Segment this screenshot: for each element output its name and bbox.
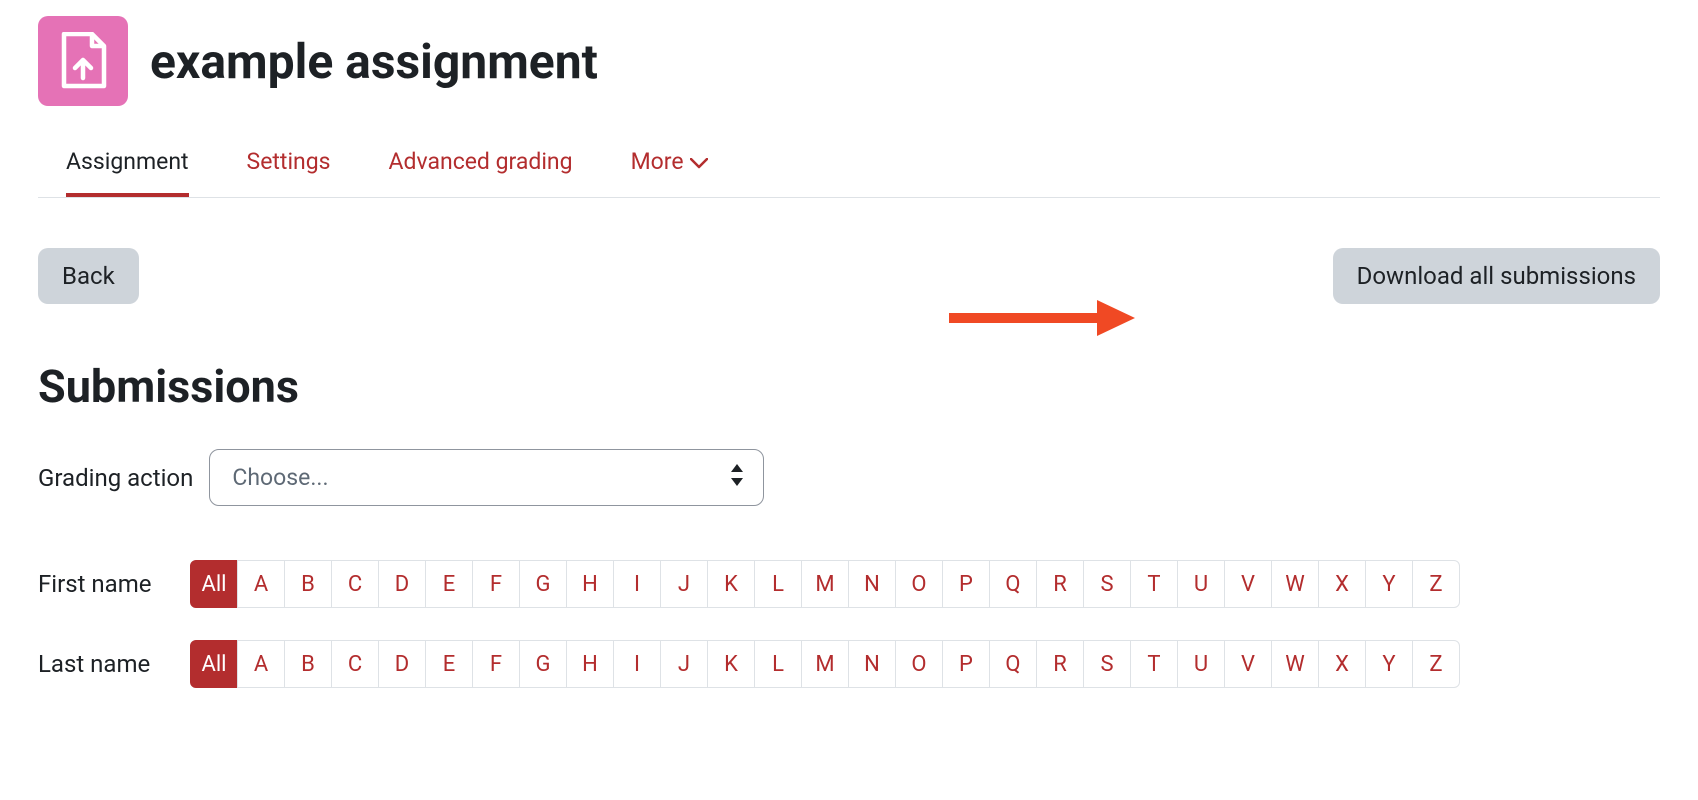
last-name-letter-m[interactable]: M bbox=[801, 640, 849, 688]
first-name-letter-e[interactable]: E bbox=[425, 560, 473, 608]
first-name-letter-o[interactable]: O bbox=[895, 560, 943, 608]
last-name-letter-f[interactable]: F bbox=[472, 640, 520, 688]
first-name-letter-s[interactable]: S bbox=[1083, 560, 1131, 608]
first-name-letter-a[interactable]: A bbox=[237, 560, 285, 608]
first-name-letter-u[interactable]: U bbox=[1177, 560, 1225, 608]
tab-label: Advanced grading bbox=[389, 148, 573, 175]
last-name-letter-b[interactable]: B bbox=[284, 640, 332, 688]
first-name-letter-f[interactable]: F bbox=[472, 560, 520, 608]
last-name-letter-z[interactable]: Z bbox=[1412, 640, 1460, 688]
section-title-submissions: Submissions bbox=[38, 360, 1660, 413]
last-name-letter-d[interactable]: D bbox=[378, 640, 426, 688]
first-name-letter-d[interactable]: D bbox=[378, 560, 426, 608]
back-button[interactable]: Back bbox=[38, 248, 139, 304]
first-name-letter-y[interactable]: Y bbox=[1365, 560, 1413, 608]
tab-assignment[interactable]: Assignment bbox=[66, 148, 189, 197]
first-name-letter-b[interactable]: B bbox=[284, 560, 332, 608]
first-name-letter-q[interactable]: Q bbox=[989, 560, 1037, 608]
last-name-letter-h[interactable]: H bbox=[566, 640, 614, 688]
last-name-letter-t[interactable]: T bbox=[1130, 640, 1178, 688]
last-name-letter-p[interactable]: P bbox=[942, 640, 990, 688]
first-name-letter-r[interactable]: R bbox=[1036, 560, 1084, 608]
last-name-filter-row: Last name AllABCDEFGHIJKLMNOPQRSTUVWXYZ bbox=[38, 640, 1660, 688]
last-name-filter-label: Last name bbox=[38, 650, 176, 678]
page-header: example assignment bbox=[38, 16, 1660, 106]
last-name-letter-a[interactable]: A bbox=[237, 640, 285, 688]
last-name-letter-i[interactable]: I bbox=[613, 640, 661, 688]
first-name-filter-row: First name AllABCDEFGHIJKLMNOPQRSTUVWXYZ bbox=[38, 560, 1660, 608]
tab-settings[interactable]: Settings bbox=[247, 148, 331, 197]
first-name-letter-k[interactable]: K bbox=[707, 560, 755, 608]
grading-action-select-wrapper: Choose... bbox=[209, 449, 764, 506]
last-name-letter-w[interactable]: W bbox=[1271, 640, 1319, 688]
first-name-letter-w[interactable]: W bbox=[1271, 560, 1319, 608]
last-name-letter-x[interactable]: X bbox=[1318, 640, 1366, 688]
first-name-letter-bar: AllABCDEFGHIJKLMNOPQRSTUVWXYZ bbox=[190, 560, 1460, 608]
assignment-upload-icon bbox=[38, 16, 128, 106]
tab-advanced-grading[interactable]: Advanced grading bbox=[389, 148, 573, 197]
last-name-letter-l[interactable]: L bbox=[754, 640, 802, 688]
chevron-down-icon bbox=[690, 148, 708, 175]
last-name-letter-y[interactable]: Y bbox=[1365, 640, 1413, 688]
tab-more[interactable]: More bbox=[631, 148, 708, 197]
first-name-letter-all[interactable]: All bbox=[190, 560, 238, 608]
first-name-letter-n[interactable]: N bbox=[848, 560, 896, 608]
last-name-letter-s[interactable]: S bbox=[1083, 640, 1131, 688]
first-name-letter-g[interactable]: G bbox=[519, 560, 567, 608]
last-name-letter-e[interactable]: E bbox=[425, 640, 473, 688]
download-all-submissions-button[interactable]: Download all submissions bbox=[1333, 248, 1660, 304]
first-name-letter-i[interactable]: I bbox=[613, 560, 661, 608]
first-name-letter-j[interactable]: J bbox=[660, 560, 708, 608]
first-name-filter-label: First name bbox=[38, 570, 176, 598]
grading-action-label: Grading action bbox=[38, 464, 193, 492]
first-name-letter-z[interactable]: Z bbox=[1412, 560, 1460, 608]
last-name-letter-r[interactable]: R bbox=[1036, 640, 1084, 688]
tabs-nav: Assignment Settings Advanced grading Mor… bbox=[38, 148, 1660, 198]
first-name-letter-l[interactable]: L bbox=[754, 560, 802, 608]
grading-action-row: Grading action Choose... bbox=[38, 449, 1660, 506]
last-name-letter-o[interactable]: O bbox=[895, 640, 943, 688]
page-title: example assignment bbox=[150, 33, 598, 90]
first-name-letter-p[interactable]: P bbox=[942, 560, 990, 608]
first-name-letter-t[interactable]: T bbox=[1130, 560, 1178, 608]
tab-label: Assignment bbox=[66, 148, 189, 175]
first-name-letter-c[interactable]: C bbox=[331, 560, 379, 608]
last-name-letter-bar: AllABCDEFGHIJKLMNOPQRSTUVWXYZ bbox=[190, 640, 1460, 688]
last-name-letter-q[interactable]: Q bbox=[989, 640, 1037, 688]
last-name-letter-j[interactable]: J bbox=[660, 640, 708, 688]
last-name-letter-c[interactable]: C bbox=[331, 640, 379, 688]
first-name-letter-m[interactable]: M bbox=[801, 560, 849, 608]
tab-label: Settings bbox=[247, 148, 331, 175]
grading-action-select[interactable]: Choose... bbox=[209, 449, 764, 506]
first-name-letter-v[interactable]: V bbox=[1224, 560, 1272, 608]
last-name-letter-g[interactable]: G bbox=[519, 640, 567, 688]
last-name-letter-u[interactable]: U bbox=[1177, 640, 1225, 688]
first-name-letter-x[interactable]: X bbox=[1318, 560, 1366, 608]
last-name-letter-k[interactable]: K bbox=[707, 640, 755, 688]
annotation-arrow-icon bbox=[945, 298, 1135, 338]
first-name-letter-h[interactable]: H bbox=[566, 560, 614, 608]
last-name-letter-all[interactable]: All bbox=[190, 640, 238, 688]
last-name-letter-v[interactable]: V bbox=[1224, 640, 1272, 688]
action-button-row: Back Download all submissions bbox=[38, 248, 1660, 304]
tab-label: More bbox=[631, 148, 684, 175]
last-name-letter-n[interactable]: N bbox=[848, 640, 896, 688]
